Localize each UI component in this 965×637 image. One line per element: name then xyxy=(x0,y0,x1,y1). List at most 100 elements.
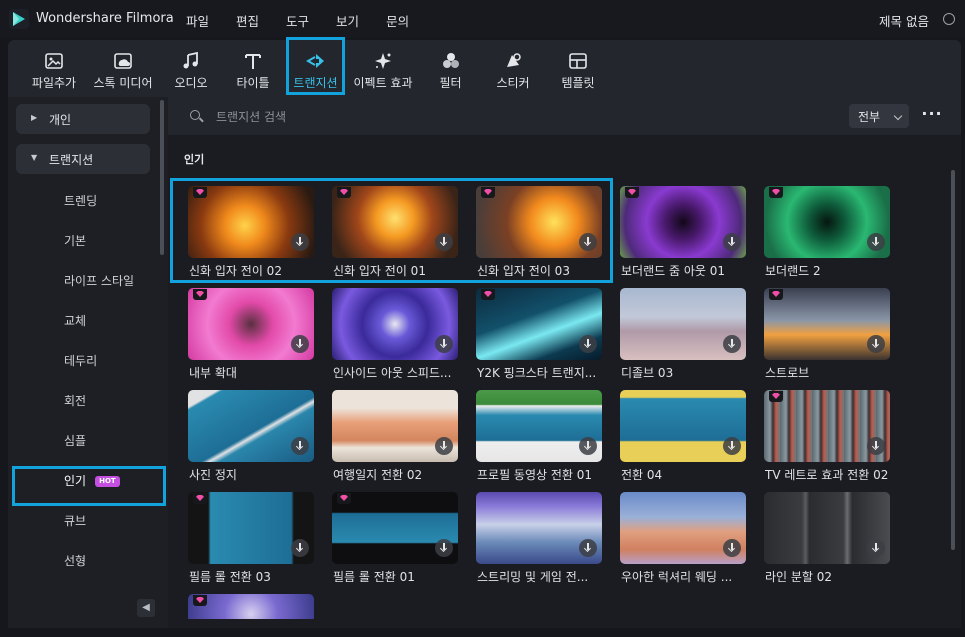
tab-stock-media[interactable]: 스톡 미디어 xyxy=(88,40,158,97)
transition-card[interactable]: Y2K 핑크스타 트랜지... xyxy=(476,288,602,380)
sidebar-item-trending[interactable]: 트렌딩 xyxy=(64,192,97,209)
transition-card[interactable]: 우아한 럭셔리 웨딩 ... xyxy=(620,492,746,584)
myth-particle-cards-highlight xyxy=(170,178,613,283)
download-icon[interactable] xyxy=(579,437,597,455)
card-name: 스트리밍 및 게임 전... xyxy=(477,570,589,584)
search-icon xyxy=(190,110,200,120)
sidebar-item-lifestyle[interactable]: 라이프 스타일 xyxy=(64,272,134,289)
download-icon[interactable] xyxy=(723,539,741,557)
transition-card[interactable]: 프로필 동영상 전환 01 xyxy=(476,390,602,482)
tab-audio-label: 오디오 xyxy=(174,76,208,90)
search-input[interactable] xyxy=(214,106,718,128)
card-name: 내부 확대 xyxy=(189,366,237,380)
menu-help[interactable]: 문의 xyxy=(386,11,409,30)
transition-card[interactable]: 여행일지 전환 02 xyxy=(332,390,458,482)
sidebar-item-rotate[interactable]: 회전 xyxy=(64,392,86,409)
effects-sparkle-icon xyxy=(375,53,391,69)
card-name: 보더랜드 2 xyxy=(765,264,821,278)
premium-gem-icon xyxy=(769,289,783,300)
sidebar-scrollbar[interactable] xyxy=(160,100,164,255)
premium-gem-icon xyxy=(337,493,351,504)
download-icon[interactable] xyxy=(435,539,453,557)
chevron-down-icon xyxy=(893,111,903,121)
tab-templates[interactable]: 템플릿 xyxy=(553,40,603,97)
sidebar-item-simple[interactable]: 심플 xyxy=(64,432,86,449)
download-icon[interactable] xyxy=(867,539,885,557)
download-icon[interactable] xyxy=(723,437,741,455)
transition-card[interactable]: 보더랜드 줌 아웃 01 xyxy=(620,186,746,278)
transition-card[interactable]: 스트리밍 및 게임 전... xyxy=(476,492,602,584)
download-icon[interactable] xyxy=(291,539,309,557)
tab-stickers[interactable]: 스티커 xyxy=(488,40,538,97)
download-icon[interactable] xyxy=(291,437,309,455)
collapse-sidebar-button[interactable]: ◀ xyxy=(137,599,155,617)
download-icon[interactable] xyxy=(435,437,453,455)
category-sidebar: ▶ 개인 ▼ 트랜지션 트렌딩 기본 라이프 스타일 교체 테두리 회전 심플 … xyxy=(8,97,168,628)
menu-tools[interactable]: 도구 xyxy=(286,11,309,30)
premium-gem-icon xyxy=(769,391,783,402)
filter-dropdown-value: 전부 xyxy=(858,110,881,124)
tab-filters-label: 필터 xyxy=(439,76,462,90)
download-icon[interactable] xyxy=(579,539,597,557)
tab-titles-label: 타이틀 xyxy=(236,76,270,90)
tab-effects-label: 이펙트 효과 xyxy=(353,76,413,90)
filter-circles-icon xyxy=(442,53,459,68)
transition-card[interactable]: 디졸브 03 xyxy=(620,288,746,380)
card-name: 사진 정지 xyxy=(189,468,237,482)
tab-titles[interactable]: 타이틀 xyxy=(228,40,278,97)
card-name: 우아한 럭셔리 웨딩 ... xyxy=(621,570,733,584)
transition-card[interactable] xyxy=(188,594,314,619)
transition-card[interactable]: 라인 분할 02 xyxy=(764,492,890,584)
card-name: 보더랜드 줌 아웃 01 xyxy=(621,264,725,278)
sidebar-item-basic[interactable]: 기본 xyxy=(64,232,86,249)
download-icon[interactable] xyxy=(867,335,885,353)
download-icon[interactable] xyxy=(579,335,597,353)
grid-scrollbar[interactable] xyxy=(951,170,955,550)
premium-gem-icon xyxy=(769,187,783,198)
transition-card[interactable]: 필름 롤 전환 03 xyxy=(188,492,314,584)
transition-card[interactable]: 필름 롤 전환 01 xyxy=(332,492,458,584)
tab-filters[interactable]: 필터 xyxy=(428,40,473,97)
transition-card[interactable]: 전환 04 xyxy=(620,390,746,482)
transition-card[interactable]: 사진 정지 xyxy=(188,390,314,482)
tab-effects[interactable]: 이펙트 효과 xyxy=(348,40,418,97)
sidebar-item-border[interactable]: 테두리 xyxy=(64,352,97,369)
card-name: 프로필 동영상 전환 01 xyxy=(477,468,593,482)
download-icon[interactable] xyxy=(723,233,741,251)
menu-edit[interactable]: 편집 xyxy=(236,11,259,30)
sidebar-item-cube[interactable]: 큐브 xyxy=(64,512,86,529)
transition-card[interactable]: 내부 확대 xyxy=(188,288,314,380)
app-name: Wondershare Filmora xyxy=(36,11,174,26)
transition-card[interactable]: 보더랜드 2 xyxy=(764,186,890,278)
download-icon[interactable] xyxy=(723,335,741,353)
template-icon xyxy=(569,53,587,69)
tab-stock-media-label: 스톡 미디어 xyxy=(93,76,153,90)
sidebar-group-transitions[interactable]: ▼ 트랜지션 xyxy=(16,144,150,174)
card-name: 필름 롤 전환 01 xyxy=(333,570,415,584)
premium-gem-icon xyxy=(193,493,207,504)
download-icon[interactable] xyxy=(867,437,885,455)
premium-gem-icon xyxy=(625,187,639,198)
menu-file[interactable]: 파일 xyxy=(186,11,209,30)
media-toolbar: 파일추가 스톡 미디어 오디오 타이틀 트랜지션 이펙트 효과 필터 스티커 템… xyxy=(8,40,961,97)
more-options-icon[interactable]: ··· xyxy=(920,104,944,128)
card-name: 전환 04 xyxy=(621,468,663,482)
download-icon[interactable] xyxy=(435,335,453,353)
transition-card[interactable]: 스트로브 xyxy=(764,288,890,380)
section-title: 인기 xyxy=(184,153,205,166)
sidebar-item-linear[interactable]: 선형 xyxy=(64,552,86,569)
popular-item-highlight xyxy=(12,466,166,506)
filmora-logo-icon xyxy=(9,9,29,29)
tab-audio[interactable]: 오디오 xyxy=(166,40,216,97)
sidebar-item-replace[interactable]: 교체 xyxy=(64,312,86,329)
filter-dropdown[interactable]: 전부 xyxy=(849,104,909,128)
transition-card[interactable]: TV 레트로 효과 전환 02 xyxy=(764,390,890,482)
menu-view[interactable]: 보기 xyxy=(336,11,359,30)
transition-card[interactable]: 인사이드 아웃 스피드... xyxy=(332,288,458,380)
project-name[interactable]: 제목 없음 xyxy=(879,11,929,30)
tab-import[interactable]: 파일추가 xyxy=(24,40,84,97)
save-status-icon xyxy=(943,13,955,25)
sidebar-group-personal[interactable]: ▶ 개인 xyxy=(16,104,150,134)
download-icon[interactable] xyxy=(867,233,885,251)
download-icon[interactable] xyxy=(291,335,309,353)
